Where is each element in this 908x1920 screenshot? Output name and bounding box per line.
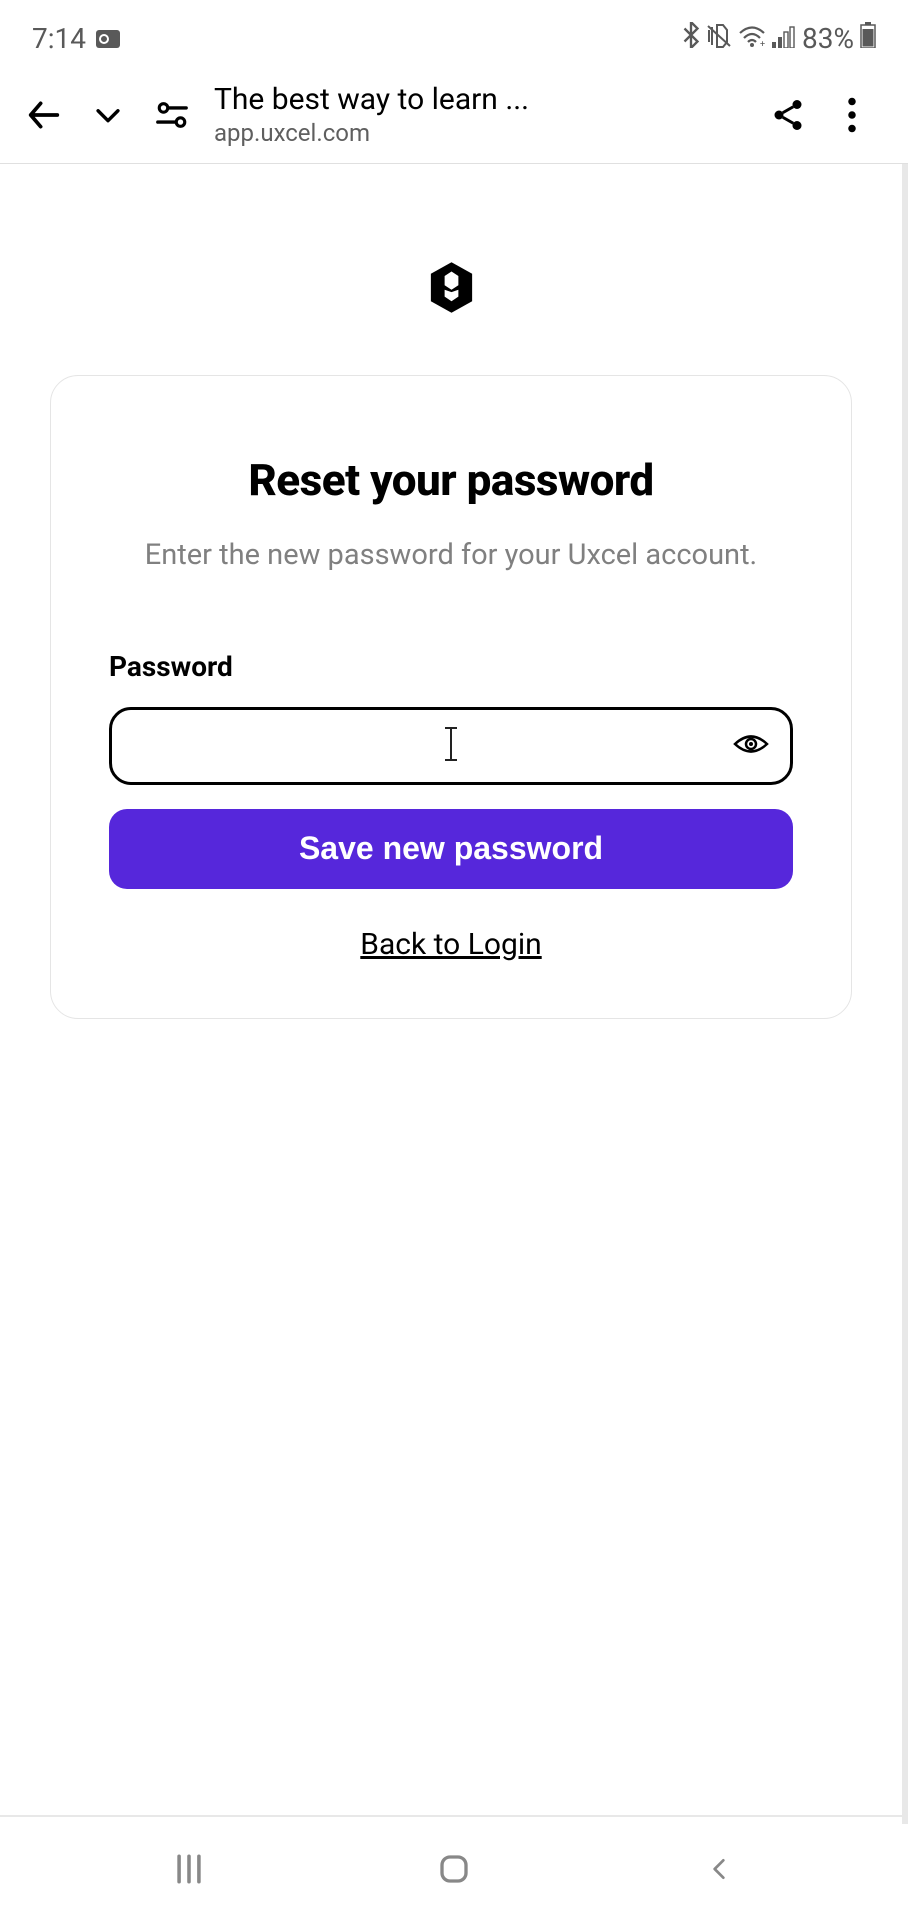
status-bar: 7:14 + 83% <box>0 0 908 72</box>
reset-password-card: Reset your password Enter the new passwo… <box>50 375 852 1019</box>
password-label: Password <box>109 650 793 683</box>
svg-text:+: + <box>760 40 765 48</box>
back-button[interactable] <box>16 87 72 143</box>
status-right: + 83% <box>682 22 876 55</box>
page-content: Reset your password Enter the new passwo… <box>0 164 908 1824</box>
more-button[interactable] <box>824 87 880 143</box>
uxcel-logo-icon <box>424 260 479 315</box>
logo-container <box>20 204 882 375</box>
page-title: The best way to learn ... <box>214 82 752 117</box>
bluetooth-icon <box>682 22 700 55</box>
browser-bar: The best way to learn ... app.uxcel.com <box>0 72 908 164</box>
card-subtext: Enter the new password for your Uxcel ac… <box>109 534 793 578</box>
password-input-wrap <box>109 707 793 785</box>
camera-icon <box>96 22 120 55</box>
eye-icon[interactable] <box>733 731 769 761</box>
wifi-icon: + <box>738 22 766 55</box>
signal-icon <box>772 22 796 55</box>
card-heading: Reset your password <box>109 454 793 506</box>
page-url: app.uxcel.com <box>214 119 752 147</box>
nav-back-button[interactable] <box>674 1839 764 1899</box>
vibrate-icon <box>706 22 732 55</box>
share-button[interactable] <box>760 87 816 143</box>
system-nav-bar <box>0 1815 908 1920</box>
status-left: 7:14 <box>32 22 120 55</box>
battery-icon <box>860 22 876 55</box>
settings-tune-icon[interactable] <box>144 87 200 143</box>
chevron-down-button[interactable] <box>80 87 136 143</box>
back-to-login-link[interactable]: Back to Login <box>109 927 793 962</box>
home-button[interactable] <box>409 1839 499 1899</box>
recent-apps-button[interactable] <box>144 1839 234 1899</box>
battery-percent: 83% <box>802 22 854 55</box>
save-password-button[interactable]: Save new password <box>109 809 793 889</box>
url-area[interactable]: The best way to learn ... app.uxcel.com <box>208 82 752 147</box>
password-input[interactable] <box>109 707 793 785</box>
clock-time: 7:14 <box>32 22 86 55</box>
